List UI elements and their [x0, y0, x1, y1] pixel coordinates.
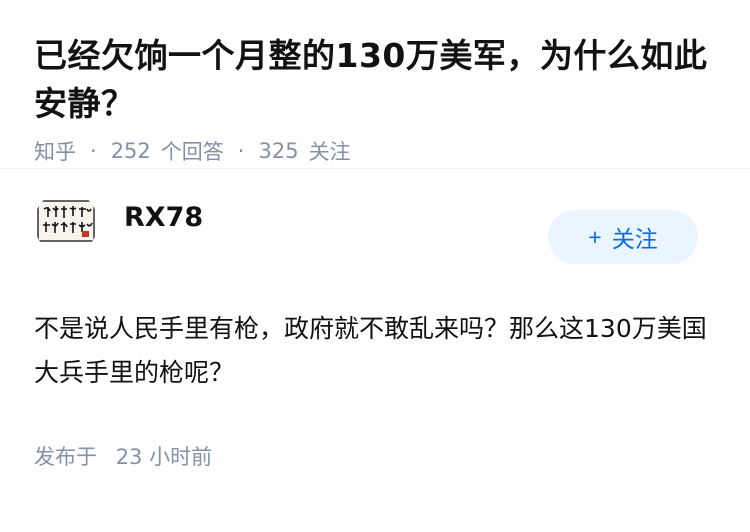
- posted-label: 发布于: [34, 445, 97, 469]
- calligraphy-avatar-icon: [34, 191, 98, 255]
- avatar[interactable]: [34, 191, 98, 255]
- question-meta: 知乎 · 252 个回答 · 325 关注: [34, 136, 716, 166]
- follow-count: 325: [258, 139, 299, 163]
- author-name[interactable]: RX78: [124, 202, 203, 233]
- question-title[interactable]: 已经欠饷一个月整的130万美军，为什么如此安静？: [34, 32, 716, 128]
- answer-card: RX78 + 关注 不是说人民手里有枪，政府就不敢乱来吗？那么这130万美国大兵…: [0, 169, 750, 471]
- separator-dot: ·: [237, 139, 245, 163]
- posted-time-value: 23 小时前: [115, 445, 213, 469]
- author-row: RX78 + 关注: [34, 169, 716, 295]
- follow-button-label: 关注: [611, 226, 658, 252]
- answer-content[interactable]: 不是说人民手里有枪，政府就不敢乱来吗？那么这130万美国大兵手里的枪呢？: [34, 307, 716, 395]
- follow-button[interactable]: + 关注: [548, 210, 698, 264]
- posted-time: 发布于 23 小时前: [34, 441, 716, 471]
- separator-dot: ·: [90, 139, 97, 163]
- answer-count: 252: [110, 139, 151, 163]
- follow-count-label: 关注: [308, 140, 351, 164]
- question-header: 已经欠饷一个月整的130万美军，为什么如此安静？ 知乎 · 252 个回答 · …: [0, 0, 750, 169]
- answer-count-label: 个回答: [160, 140, 224, 164]
- plus-icon: +: [588, 223, 602, 250]
- source-label[interactable]: 知乎: [34, 136, 76, 166]
